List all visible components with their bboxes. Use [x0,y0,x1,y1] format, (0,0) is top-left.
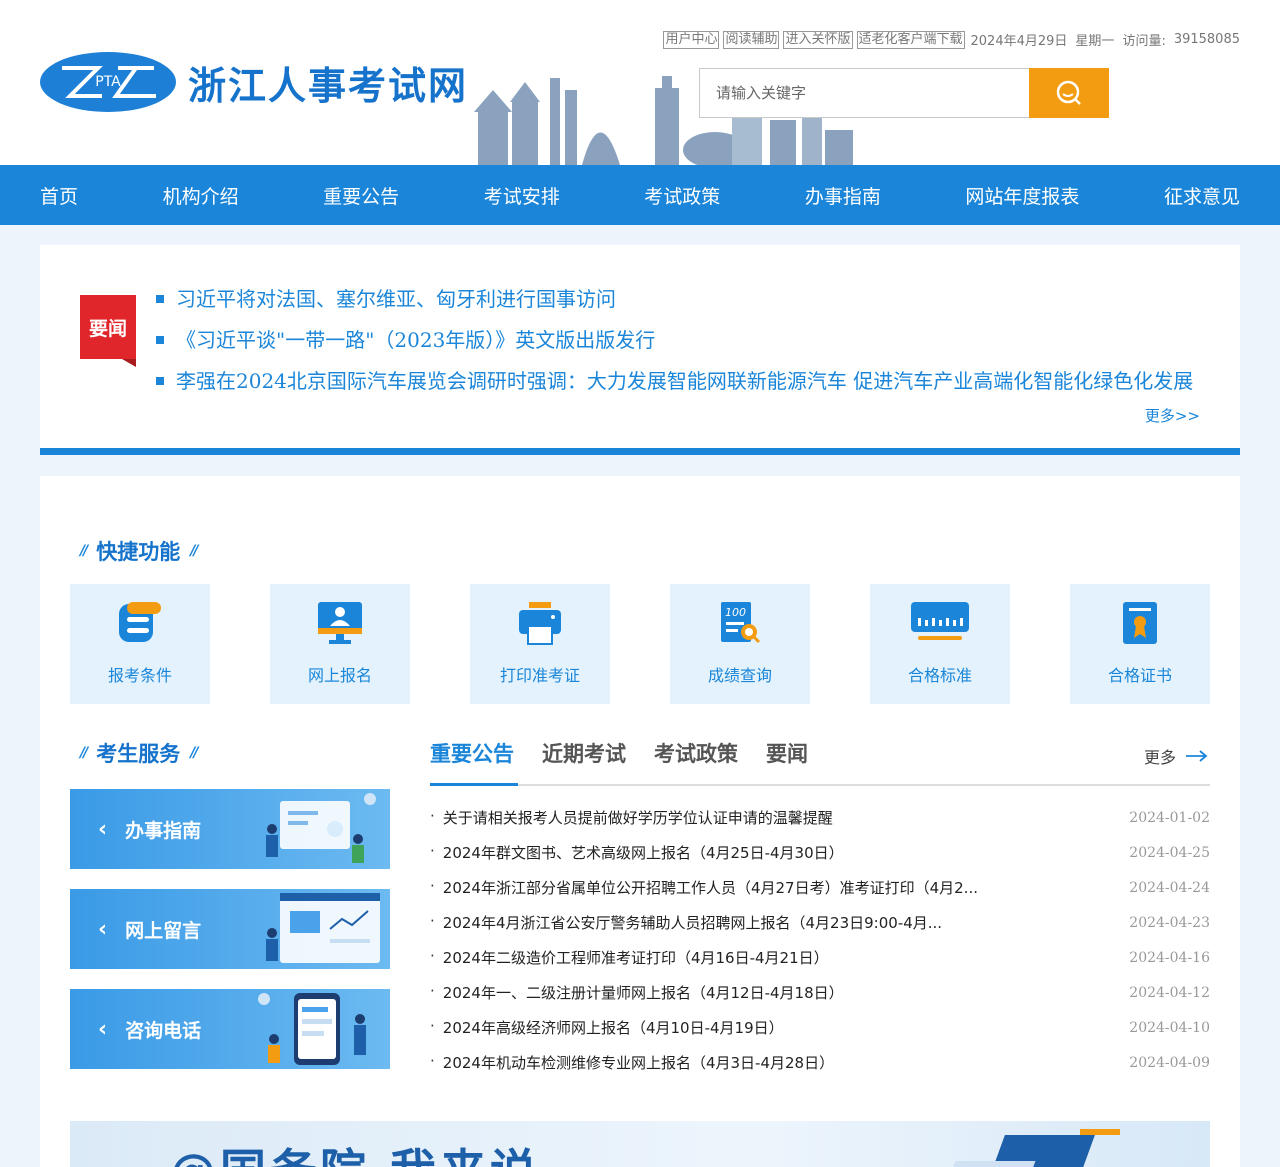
bullet-dot-icon: · [430,912,435,930]
site-logo[interactable]: PTA 浙江人事考试网 [40,52,468,112]
main-nav: 首页 机构介绍 重要公告 考试安排 考试政策 办事指南 网站年度报表 征求意见 [0,165,1280,225]
tab-news[interactable]: 要闻 [766,738,808,768]
nav-announcements[interactable]: 重要公告 [323,182,399,209]
service-guide-card[interactable]: ‹ 办事指南 [70,789,390,869]
slash-decor-icon: // [190,745,198,761]
bullet-dot-icon: · [430,877,435,895]
announcement-row[interactable]: · 2024年二级造价工程师准考证打印（4月16日-4月21日） 2024-04-1… [430,940,1210,975]
quick-print-admission[interactable]: 打印准考证 [470,584,610,704]
main-panel: // 快捷功能 // 报考条件 网上报名 打印准考证 100 成绩查询 合格标准… [40,476,1240,1167]
tab-recent-exams[interactable]: 近期考试 [542,738,626,768]
bullet-square-icon [156,335,164,344]
tab-important-notices[interactable]: 重要公告 [430,738,514,768]
header: PTA 浙江人事考试网 用户中心 阅读辅助 进入关怀版 适老化客户端下载 202… [0,0,1280,165]
nav-feedback[interactable]: 征求意见 [1164,182,1240,209]
pta-logo-icon: PTA [40,52,176,112]
slash-decor-icon: // [80,543,88,559]
search-icon [1056,80,1081,105]
monitor-user-icon [318,602,362,644]
headline-news-panel: 要闻 习近平将对法国、塞尔维亚、匈牙利进行国事访问 《习近平谈"一带一路"（20… [40,245,1240,455]
bullet-dot-icon: · [430,842,435,860]
bullet-dot-icon: · [430,1052,435,1070]
search-input[interactable] [699,68,1029,118]
quick-exam-requirements[interactable]: 报考条件 [70,584,210,704]
quick-online-registration[interactable]: 网上报名 [270,584,410,704]
candidate-services-title: // 考生服务 // [80,742,199,766]
announcement-row[interactable]: · 2024年一、二级注册计量师网上报名（4月12日-4月18日） 2024-04-… [430,975,1210,1010]
nav-service-guide[interactable]: 办事指南 [805,182,881,209]
announcement-row[interactable]: · 2024年浙江部分省属单位公开招聘工作人员（4月27日考）准考证打印（4月2.… [430,870,1210,905]
visits-label: 访问量: [1122,34,1166,49]
bullet-dot-icon: · [430,807,435,825]
quick-certificate[interactable]: 合格证书 [1070,584,1210,704]
active-tab-indicator [430,783,518,786]
quick-functions-title: // 快捷功能 // [80,540,199,564]
announcement-list: · 关于请相关报考人员提前做好学历学位认证申请的温馨提醒 2024-01-02 · 2… [430,800,1210,1080]
current-date: 2024年4月29日 [970,34,1068,49]
current-weekday: 星期一 [1075,34,1115,49]
nav-organization[interactable]: 机构介绍 [163,182,239,209]
visits-count: 39158085 [1173,32,1240,47]
chevron-left-icon: ‹ [98,916,108,942]
online-message-card[interactable]: ‹ 网上留言 [70,889,390,969]
consult-phone-card[interactable]: ‹ 咨询电话 [70,989,390,1069]
news-item[interactable]: 习近平将对法国、塞尔维亚、匈牙利进行国事访问 [156,278,1196,319]
notice-tabs: 重要公告 近期考试 考试政策 要闻 更多 [430,734,1210,786]
headline-news-list: 习近平将对法国、塞尔维亚、匈牙利进行国事访问 《习近平谈"一带一路"（2023年… [156,278,1196,401]
bullet-dot-icon: · [430,982,435,1000]
requirements-icon [119,602,161,642]
svg-text:100: 100 [725,606,746,619]
chevron-left-icon: ‹ [98,1016,108,1042]
news-item[interactable]: 《习近平谈"一带一路"（2023年版）》英文版出版发行 [156,319,1196,360]
phone-illustration-icon [258,993,366,1065]
reading-assist-link[interactable]: 阅读辅助 [723,30,780,49]
bullet-dot-icon: · [430,947,435,965]
tabs-more-link[interactable]: 更多 [1144,744,1210,768]
state-council-banner[interactable]: @国务院 我来说 [70,1121,1210,1167]
bullet-square-icon [156,294,164,303]
dashboard-illustration-icon [266,893,380,963]
arrow-right-icon [1186,750,1208,762]
nav-annual-report[interactable]: 网站年度报表 [965,182,1079,209]
announcement-row[interactable]: · 2024年高级经济师网上报名（4月10日-4月19日） 2024-04-10 [430,1010,1210,1045]
tab-exam-policy[interactable]: 考试政策 [654,738,738,768]
nav-home[interactable]: 首页 [40,182,78,209]
nav-exam-policy[interactable]: 考试政策 [644,182,720,209]
news-more-link[interactable]: 更多>> [1145,405,1200,426]
care-version-link[interactable]: 进入关怀版 [783,30,853,49]
slash-decor-icon: // [190,543,198,559]
slash-decor-icon: // [80,745,88,761]
announcement-row[interactable]: · 2024年机动车检测维修专业网上报名（4月3日-4月28日） 2024-04-0… [430,1045,1210,1080]
laptop-illustration-icon [950,1129,1120,1167]
score-search-icon: 100 [721,602,761,644]
banner-text: @国务院 我来说 [170,1135,540,1167]
site-title: 浙江人事考试网 [188,63,469,108]
announcement-row[interactable]: · 2024年4月浙江省公安厅警务辅助人员招聘网上报名（4月23日9:00-4月.… [430,905,1210,940]
announcement-row[interactable]: · 2024年群文图书、艺术高级网上报名（4月25日-4月30日） 2024-04-… [430,835,1210,870]
logo-mark-text: PTA [95,74,121,90]
quick-score-query[interactable]: 100 成绩查询 [670,584,810,704]
user-center-link[interactable]: 用户中心 [663,30,720,49]
bullet-square-icon [156,376,164,385]
announcement-row[interactable]: · 关于请相关报考人员提前做好学历学位认证申请的温馨提醒 2024-01-02 [430,800,1210,835]
ruler-icon [911,602,969,640]
nav-exam-schedule[interactable]: 考试安排 [484,182,560,209]
chevron-left-icon: ‹ [98,816,108,842]
top-links: 用户中心 阅读辅助 进入关怀版 适老化客户端下载 2024年4月29日 星期一 … [663,30,1240,49]
certificate-icon [1123,602,1157,644]
elderly-app-download-link[interactable]: 适老化客户端下载 [856,30,965,49]
news-tag: 要闻 [80,295,136,367]
printer-icon [519,602,561,645]
quick-functions: 报考条件 网上报名 打印准考证 100 成绩查询 合格标准 合格证书 [70,584,1210,704]
search-button[interactable] [1029,68,1109,118]
search-box [699,68,1109,118]
news-item[interactable]: 李强在2024北京国际汽车展览会调研时强调：大力发展智能网联新能源汽车 促进汽车… [156,360,1196,401]
presentation-illustration-icon [266,793,376,863]
bullet-dot-icon: · [430,1017,435,1035]
quick-pass-standard[interactable]: 合格标准 [870,584,1010,704]
